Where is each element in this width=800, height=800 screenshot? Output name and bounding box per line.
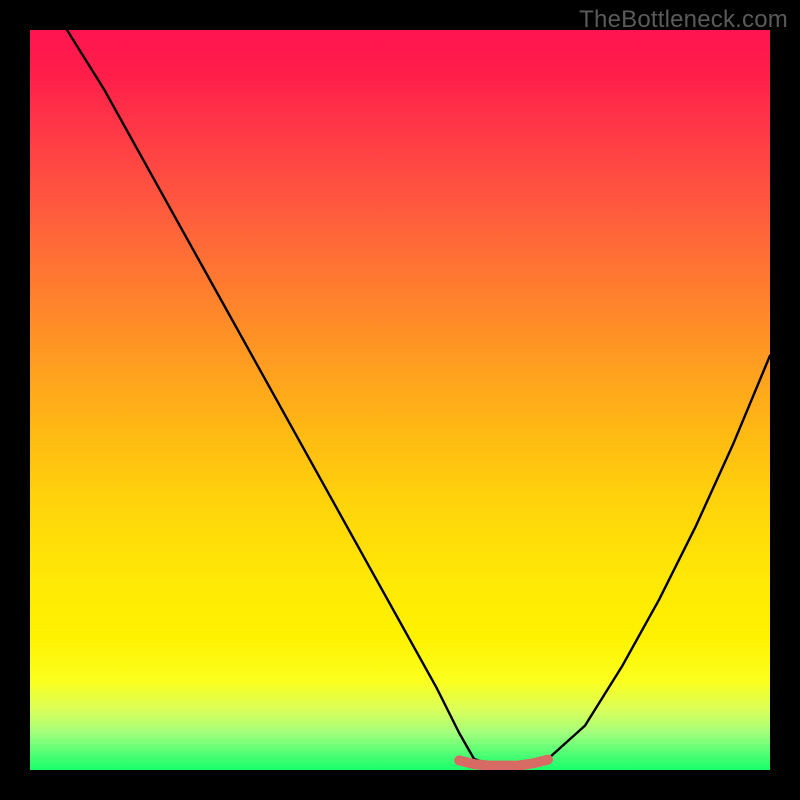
bottleneck-curve (67, 30, 770, 766)
plot-area (30, 30, 770, 770)
flat-minimum-marker (459, 760, 548, 766)
watermark-text: TheBottleneck.com (579, 6, 788, 34)
chart-frame: TheBottleneck.com (0, 0, 800, 800)
curve-layer (30, 30, 770, 770)
